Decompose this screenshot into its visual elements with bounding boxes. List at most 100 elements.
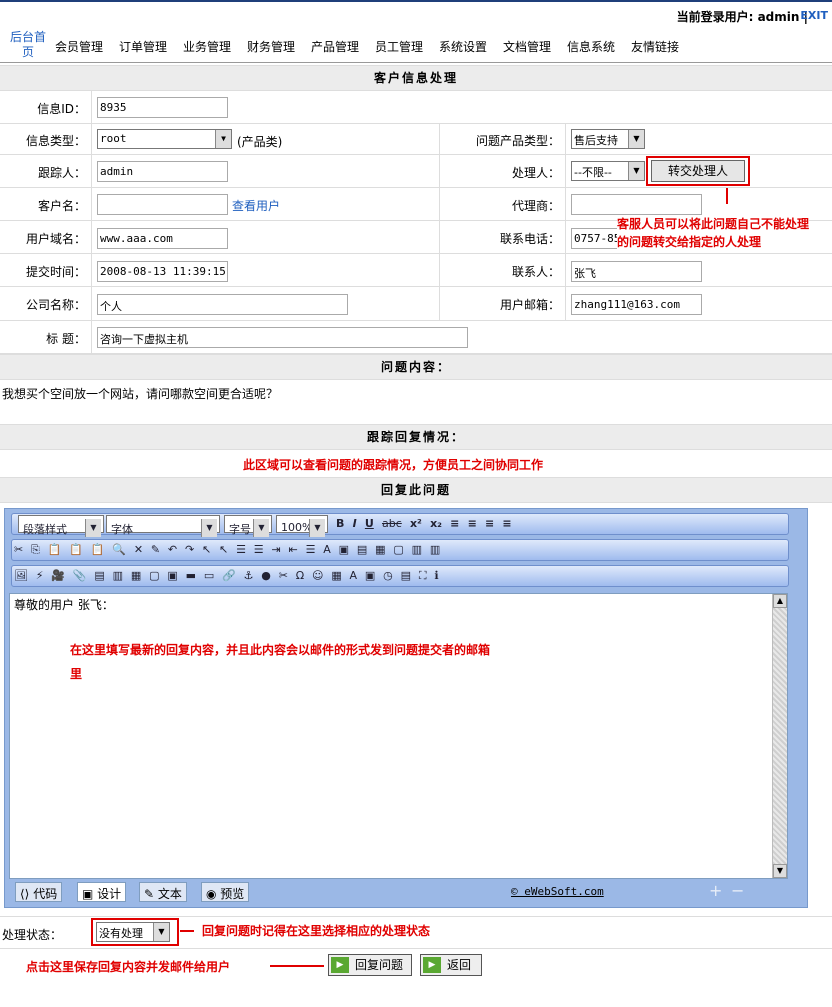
mode-code-button[interactable]: ⟨⟩ 代码 (15, 882, 63, 902)
view-user-link[interactable]: 查看用户 (232, 197, 280, 214)
nav-item-orders[interactable]: 订单管理 (119, 38, 167, 55)
info-type-select[interactable]: root ▼ (97, 129, 232, 149)
fullscreen-icon[interactable]: ⛶ (419, 569, 427, 583)
link-icon[interactable]: 🔗 (222, 569, 236, 582)
nav-item-members[interactable]: 会员管理 (55, 38, 103, 55)
clean-format-icon[interactable]: ✎ (151, 543, 160, 556)
layer-forward-icon[interactable]: ▥ (430, 543, 440, 556)
text-color-icon[interactable]: A (323, 543, 331, 556)
bold-icon[interactable]: B (336, 517, 344, 530)
hr-icon[interactable]: ▬ (186, 569, 196, 582)
nav-item-products[interactable]: 产品管理 (311, 38, 359, 55)
submit-time-field[interactable]: 2008-08-13 11:39:15 (97, 261, 228, 282)
align-right-icon[interactable]: ≡ (485, 517, 494, 530)
user-domain-field[interactable]: www.aaa.com (97, 228, 228, 249)
redo-icon[interactable]: ↷ (185, 543, 194, 556)
remote-icon[interactable]: ▥ (113, 569, 123, 582)
special-char-icon[interactable]: Ω (296, 569, 304, 582)
cut-icon[interactable]: ✂ (14, 543, 23, 556)
mode-design-button[interactable]: ▣ 设计 (77, 882, 127, 902)
layer-icon[interactable]: ▥ (412, 543, 422, 556)
grid-icon[interactable]: ▦ (131, 569, 141, 582)
back-button[interactable]: ▶ 返回 (420, 954, 482, 976)
anchor-icon[interactable]: ⚓ (244, 569, 254, 582)
marquee-icon[interactable]: ▭ (204, 569, 214, 582)
media-icon[interactable]: 🎥 (51, 569, 65, 582)
map-icon[interactable]: ● (261, 569, 271, 582)
format-icon[interactable]: ▤ (357, 543, 367, 556)
line-height-icon[interactable]: ☰ (306, 543, 316, 556)
paragraph-style-select[interactable]: 段落样式 ▼ (18, 515, 104, 537)
form-icon[interactable]: ▢ (149, 569, 159, 582)
collapse-icon[interactable]: − (731, 881, 744, 900)
italic-icon[interactable]: I (353, 517, 357, 530)
transfer-handler-button[interactable]: 转交处理人 (651, 160, 745, 182)
font-select[interactable]: 字体 ▼ (106, 515, 220, 537)
bg-color-icon[interactable]: ▣ (339, 543, 349, 556)
art-text-icon[interactable]: A (350, 569, 358, 582)
strikethrough-icon[interactable]: abc (382, 517, 402, 530)
find-icon[interactable]: 🔍 (112, 543, 126, 556)
tracker-field[interactable]: admin (97, 161, 228, 182)
expand-icon[interactable]: + (709, 881, 722, 900)
nav-item-documents[interactable]: 文档管理 (503, 38, 551, 55)
justify-icon[interactable]: ≡ (502, 517, 511, 530)
editor-content-area[interactable]: 尊敬的用户 张飞： 在这里填写最新的回复内容，并且此内容会以邮件的形式发到问题提… (9, 593, 788, 879)
editor-content[interactable]: 尊敬的用户 张飞： (10, 594, 787, 615)
emoticon-icon[interactable]: ☺ (312, 569, 323, 582)
superscript-icon[interactable]: x² (410, 517, 422, 530)
email-field[interactable]: zhang111@163.com (571, 294, 702, 315)
nav-item-info-system[interactable]: 信息系统 (567, 38, 615, 55)
agent-field[interactable] (571, 194, 702, 215)
subscript-icon[interactable]: x₂ (430, 517, 442, 530)
border-icon[interactable]: ▢ (393, 543, 403, 556)
flash-icon[interactable]: ⚡ (36, 569, 44, 582)
outdent-icon[interactable]: ⇤ (289, 543, 298, 556)
pointer-icon[interactable]: ↖ (219, 543, 228, 556)
status-select[interactable]: 没有处理 ▼ (96, 922, 170, 942)
customer-name-field[interactable] (97, 194, 228, 215)
nav-item-links[interactable]: 友情链接 (631, 38, 679, 55)
subject-field[interactable]: 咨询一下虚拟主机 (97, 327, 468, 348)
template-icon[interactable]: ▤ (94, 569, 104, 582)
about-icon[interactable]: ℹ (434, 569, 438, 582)
copy-icon[interactable]: ⎘ (31, 543, 40, 557)
undo-icon[interactable]: ↶ (168, 543, 177, 556)
table-icon[interactable]: ▦ (375, 543, 385, 556)
nav-item-finance[interactable]: 财务管理 (247, 38, 295, 55)
import-icon[interactable]: ▤ (401, 569, 411, 582)
paste-word-icon[interactable]: 📋 (91, 543, 105, 556)
paste-icon[interactable]: 📋 (48, 543, 62, 556)
underline-icon[interactable]: U (365, 517, 374, 530)
exit-link[interactable]: EXIT (800, 9, 828, 22)
select-icon[interactable]: ↖ (202, 543, 211, 556)
attachment-icon[interactable]: 📎 (73, 569, 87, 582)
info-id-field[interactable]: 8935 (97, 97, 228, 118)
nav-item-settings[interactable]: 系统设置 (439, 38, 487, 55)
image-icon[interactable]: 🖼 (14, 569, 28, 582)
excel-icon[interactable]: ▦ (331, 569, 341, 582)
handler-select[interactable]: --不限-- ▼ (571, 161, 645, 181)
nav-item-staff[interactable]: 员工管理 (375, 38, 423, 55)
problem-product-type-select[interactable]: 售后支持 ▼ (571, 129, 645, 149)
nav-home[interactable]: 后台首页 (6, 30, 50, 60)
align-center-icon[interactable]: ≡ (468, 517, 477, 530)
date-icon[interactable]: ▣ (365, 569, 375, 582)
paste-text-icon[interactable]: 📋 (69, 543, 83, 556)
reply-button[interactable]: ▶ 回复问题 (328, 954, 412, 976)
scroll-down-icon[interactable]: ▼ (773, 864, 787, 878)
unordered-list-icon[interactable]: ☰ (254, 543, 264, 556)
mode-text-button[interactable]: ✎ 文本 (139, 882, 187, 902)
time-icon[interactable]: ◷ (383, 569, 393, 582)
delete-icon[interactable]: ✕ (134, 543, 143, 556)
editor-scrollbar[interactable]: ▲ ▼ (772, 594, 787, 878)
indent-icon[interactable]: ⇥ (272, 543, 281, 556)
align-left-icon[interactable]: ≡ (450, 517, 459, 530)
scroll-up-icon[interactable]: ▲ (773, 594, 787, 608)
ordered-list-icon[interactable]: ☰ (236, 543, 246, 556)
font-size-select[interactable]: 字号 ▼ (224, 515, 272, 537)
company-field[interactable]: 个人 (97, 294, 348, 315)
nav-item-business[interactable]: 业务管理 (183, 38, 231, 55)
unlink-icon[interactable]: ✂ (279, 569, 288, 582)
mode-preview-button[interactable]: ◉ 预览 (201, 882, 250, 902)
